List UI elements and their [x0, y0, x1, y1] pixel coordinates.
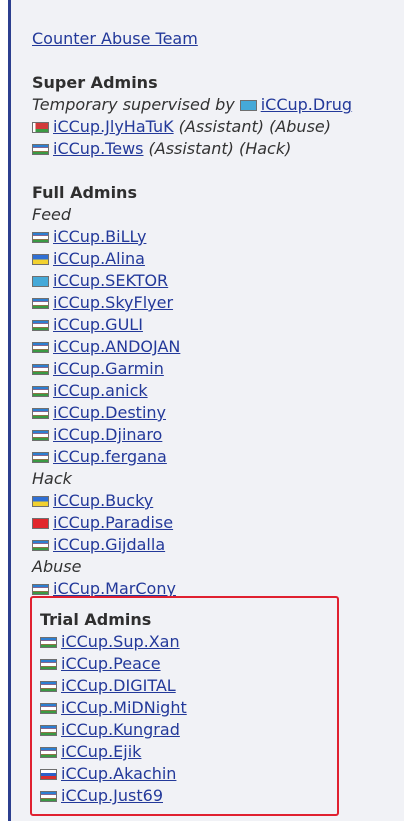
admin-row-iccup-djinaro: iCCup.Djinaro [32, 424, 402, 446]
trial-admins-highlight: Trial Admins iCCup.Sup.Xan iCCup.Peace iCC… [30, 596, 339, 816]
belarus-flag-icon [32, 121, 49, 133]
admin-link-iccup-tews[interactable]: iCCup.Tews [53, 138, 144, 160]
trial-admins-heading: Trial Admins [40, 610, 152, 629]
uzbekistan-flag-icon [32, 341, 49, 353]
admin-row-iccup-digital: iCCup.DIGITAL [40, 675, 187, 697]
category-label-feed: Feed [32, 205, 72, 224]
admin-row-iccup-bucky: iCCup.Bucky [32, 490, 402, 512]
uzbekistan-flag-icon [32, 319, 49, 331]
admin-link-iccup-sektor[interactable]: iCCup.SEKTOR [53, 270, 168, 292]
uzbekistan-flag-icon [40, 746, 57, 758]
admin-row-iccup-akachin: iCCup.Akachin [40, 763, 187, 785]
turkey-flag-icon [32, 517, 49, 529]
admin-link-iccup-garmin[interactable]: iCCup.Garmin [53, 358, 164, 380]
uzbekistan-flag-icon [32, 385, 49, 397]
admin-link-iccup-ejik[interactable]: iCCup.Ejik [61, 741, 141, 763]
full-admins-list: Feed iCCup.BiLLy iCCup.Alina iCCup.SEKTOR iC… [32, 204, 402, 600]
admin-link-iccup-djinaro[interactable]: iCCup.Djinaro [53, 424, 162, 446]
uzbekistan-flag-icon [32, 451, 49, 463]
uzbekistan-flag-icon [32, 363, 49, 375]
uzbekistan-flag-icon [32, 407, 49, 419]
admin-row-iccup-midnight: iCCup.MiDNight [40, 697, 187, 719]
admin-row-iccup-fergana: iCCup.fergana [32, 446, 402, 468]
uzbekistan-flag-icon [40, 702, 57, 714]
admin-link-iccup-alina[interactable]: iCCup.Alina [53, 248, 145, 270]
super-admins-list: iCCup.JlyHaTuK (Assistant) (Abuse) iCCup.T… [32, 116, 402, 160]
admin-link-iccup-just69[interactable]: iCCup.Just69 [61, 785, 163, 807]
uzbekistan-flag-icon [32, 429, 49, 441]
admin-row-iccup-just69: iCCup.Just69 [40, 785, 187, 807]
admin-role-note: (Assistant) (Abuse) [178, 117, 331, 136]
admin-link-iccup-andojan[interactable]: iCCup.ANDOJAN [53, 336, 180, 358]
uzbekistan-flag-icon [40, 636, 57, 648]
admin-link-iccup-fergana[interactable]: iCCup.fergana [53, 446, 167, 468]
trial-admins-list: iCCup.Sup.Xan iCCup.Peace iCCup.DIGITAL iCC… [40, 631, 187, 807]
admin-link-iccup-digital[interactable]: iCCup.DIGITAL [61, 675, 176, 697]
admin-row-iccup-tews: iCCup.Tews (Assistant) (Hack) [32, 138, 402, 160]
admin-link-iccup-jlyhatuk[interactable]: iCCup.JlyHaTuK [53, 116, 174, 138]
admin-row-iccup-billy: iCCup.BiLLy [32, 226, 402, 248]
admin-row-iccup-destiny: iCCup.Destiny [32, 402, 402, 424]
uzbekistan-flag-icon [32, 231, 49, 243]
admin-row-iccup-paradise: iCCup.Paradise [32, 512, 402, 534]
admin-link-iccup-paradise[interactable]: iCCup.Paradise [53, 512, 173, 534]
admin-row-iccup-ejik: iCCup.Ejik [40, 741, 187, 763]
staff-panel: Counter Abuse Team Super Admins Temporar… [8, 0, 404, 821]
full-admins-heading: Full Admins [32, 183, 137, 202]
admin-link-iccup-midnight[interactable]: iCCup.MiDNight [61, 697, 187, 719]
admin-link-iccup-destiny[interactable]: iCCup.Destiny [53, 402, 166, 424]
admin-link-iccup-bucky[interactable]: iCCup.Bucky [53, 490, 153, 512]
admin-row-iccup-kungrad: iCCup.Kungrad [40, 719, 187, 741]
admin-link-iccup-billy[interactable]: iCCup.BiLLy [53, 226, 146, 248]
uzbekistan-flag-icon [32, 297, 49, 309]
admin-row-iccup-guli: iCCup.GULI [32, 314, 402, 336]
admin-link-iccup-guli[interactable]: iCCup.GULI [53, 314, 143, 336]
admin-link-iccup-anick[interactable]: iCCup.anick [53, 380, 148, 402]
admin-row-iccup-anick: iCCup.anick [32, 380, 402, 402]
admin-role-note: (Assistant) (Hack) [148, 139, 292, 158]
team-title-row: Counter Abuse Team [32, 28, 402, 50]
admin-row-iccup-peace: iCCup.Peace [40, 653, 187, 675]
admin-row-iccup-sektor: iCCup.SEKTOR [32, 270, 402, 292]
ukraine-flag-icon [32, 495, 49, 507]
category-label-hack: Hack [32, 469, 72, 488]
admin-link-iccup-peace[interactable]: iCCup.Peace [61, 653, 161, 675]
kazakhstan-flag-icon [32, 275, 49, 287]
uzbekistan-flag-icon [32, 143, 49, 155]
admin-row-iccup-jlyhatuk: iCCup.JlyHaTuK (Assistant) (Abuse) [32, 116, 402, 138]
supervised-label: Temporary supervised by [32, 95, 235, 114]
admin-row-iccup-skyflyer: iCCup.SkyFlyer [32, 292, 402, 314]
admin-row-iccup-sup-xan: iCCup.Sup.Xan [40, 631, 187, 653]
uzbekistan-flag-icon [32, 583, 49, 595]
ukraine-flag-icon [32, 253, 49, 265]
admin-row-iccup-gijdalla: iCCup.Gijdalla [32, 534, 402, 556]
panel-content: Counter Abuse Team Super Admins Temporar… [32, 28, 402, 600]
kazakhstan-flag-icon [239, 99, 257, 111]
admin-link-iccup-skyflyer[interactable]: iCCup.SkyFlyer [53, 292, 173, 314]
admin-link-iccup-akachin[interactable]: iCCup.Akachin [61, 763, 176, 785]
admin-row-iccup-andojan: iCCup.ANDOJAN [32, 336, 402, 358]
admin-row-iccup-garmin: iCCup.Garmin [32, 358, 402, 380]
uzbekistan-flag-icon [40, 680, 57, 692]
supervisor-link[interactable]: iCCup.Drug [261, 94, 352, 116]
category-label-abuse: Abuse [32, 557, 82, 576]
super-admins-heading: Super Admins [32, 73, 158, 92]
admin-row-iccup-alina: iCCup.Alina [32, 248, 402, 270]
supervised-row: Temporary supervised by iCCup.Drug [32, 94, 402, 116]
uzbekistan-flag-icon [40, 724, 57, 736]
uzbekistan-flag-icon [40, 790, 57, 802]
uzbekistan-flag-icon [32, 539, 49, 551]
trial-admins-section: Trial Admins iCCup.Sup.Xan iCCup.Peace iCC… [40, 609, 187, 807]
admin-link-iccup-sup-xan[interactable]: iCCup.Sup.Xan [61, 631, 180, 653]
russia-flag-icon [40, 768, 57, 780]
admin-link-iccup-kungrad[interactable]: iCCup.Kungrad [61, 719, 180, 741]
admin-link-iccup-gijdalla[interactable]: iCCup.Gijdalla [53, 534, 165, 556]
uzbekistan-flag-icon [40, 658, 57, 670]
team-title-link[interactable]: Counter Abuse Team [32, 28, 198, 50]
